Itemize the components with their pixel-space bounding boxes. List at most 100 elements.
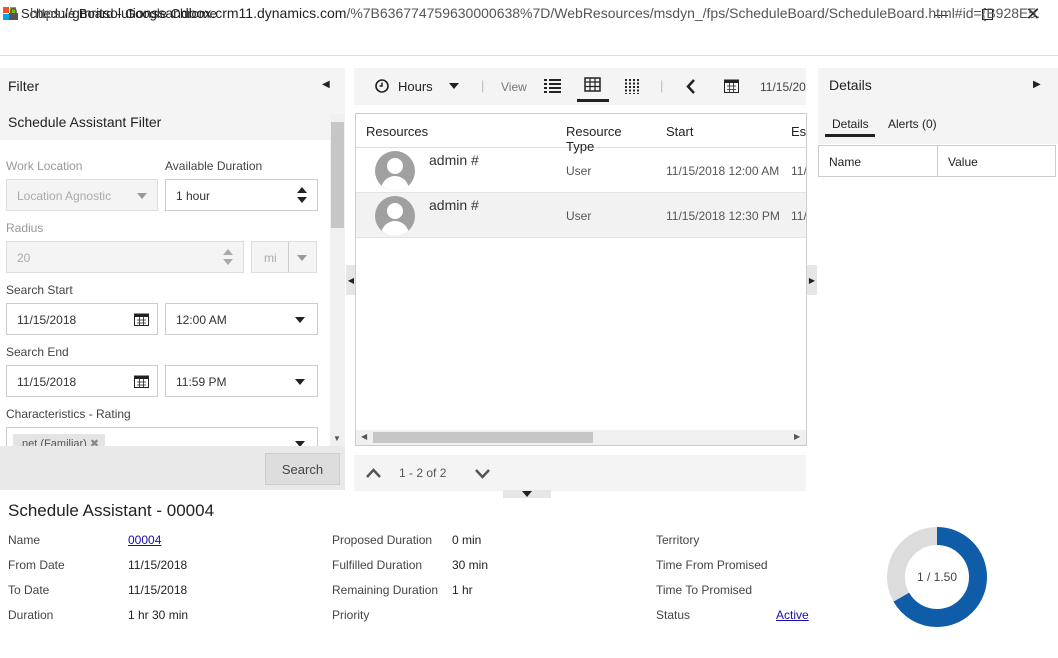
characteristic-tag: .net (Familiar) ✖ [13,434,106,446]
avatar [375,196,415,236]
scroll-left-icon[interactable]: ◀ [361,432,367,441]
remove-tag-icon[interactable]: ✖ [90,438,99,446]
table-row[interactable]: admin # User 11/15/2018 12:30 PM 11/1 [356,193,807,238]
column-header-start[interactable]: Start [656,114,782,148]
column-header-est[interactable]: Est [781,114,806,148]
start-time: 11/15/2018 12:30 PM [666,209,780,223]
resource-type: User [566,209,592,223]
active-view-indicator [577,99,609,102]
est-value: 11/1 [791,164,807,178]
schedule-assistant-title: Schedule Assistant - 00004 [8,501,215,520]
duration-value: 1 hr 30 min [128,608,189,622]
chevron-down-icon [295,379,305,385]
time-to-promised-label: Time To Promised [656,583,753,597]
chevron-down-icon [297,255,307,261]
search-start-date-input[interactable]: 11/15/2018 [6,303,158,335]
expand-right-icon[interactable]: ▶ [807,265,817,295]
chevron-down-icon[interactable] [475,469,490,479]
duration-label: Duration [8,608,54,622]
resource-name[interactable]: admin # [429,197,479,213]
work-location-select: Location Agnostic [6,179,158,211]
search-end-time-select[interactable]: 11:59 PM [165,365,318,397]
est-value: 11/1 [791,209,807,223]
spinner-icon [223,249,233,265]
calendar-icon[interactable] [134,312,149,326]
resource-name[interactable]: admin # [429,152,479,168]
list-view-icon[interactable] [544,79,561,93]
priority-label: Priority [332,608,370,622]
search-start-label: Search Start [6,283,73,297]
available-duration-label: Available Duration [165,159,263,173]
fulfilled-duration-value: 30 min [452,558,489,572]
address-bar[interactable] [0,28,1058,56]
proposed-duration-value: 0 min [452,533,482,547]
work-location-label: Work Location [6,159,83,173]
lock-icon [9,8,18,20]
details-table-header: Name Value [818,145,1056,177]
grid-view-icon[interactable] [584,77,601,92]
start-time: 11/15/2018 12:00 AM [666,164,780,178]
column-header-name[interactable]: Name [829,155,861,169]
board-date[interactable]: 11/15/2018 [760,80,806,94]
search-end-label: Search End [6,345,69,359]
search-start-time-select[interactable]: 12:00 AM [165,303,318,335]
duration-donut-chart: 1 / 1.50 [887,527,987,627]
remaining-duration-value: 1 hr [452,583,473,597]
requirement-link[interactable]: 00004 [128,533,161,547]
chevron-up-icon[interactable] [366,468,381,478]
column-divider [937,146,938,176]
calendar-icon[interactable] [134,374,149,388]
from-date-value: 11/15/2018 [128,558,188,572]
tab-alerts[interactable]: Alerts (0) [888,117,937,131]
chevron-left-icon[interactable] [686,79,696,94]
spinner-icon[interactable] [297,186,307,204]
details-title: Details [829,77,872,93]
schedule-assistant-filter-title: Schedule Assistant Filter [8,114,162,130]
characteristics-input[interactable]: .net (Familiar) ✖ [6,427,318,446]
panel-splitter[interactable] [503,490,551,498]
available-duration-input[interactable]: 1 hour [165,179,318,211]
to-date-label: To Date [8,583,50,597]
scroll-right-icon[interactable]: ▶ [794,432,800,441]
fulfilled-duration-label: Fulfilled Duration [332,558,423,572]
clock-icon [375,79,389,93]
radius-input: 20 [6,241,244,273]
avatar [375,151,415,191]
chevron-down-icon [137,193,147,199]
characteristics-label: Characteristics - Rating [6,407,131,421]
filter-title: Filter [8,78,40,94]
tab-details[interactable]: Details [832,117,869,131]
collapse-right-icon[interactable]: ▶ [1033,79,1041,90]
toolbar-divider: | [481,78,485,93]
scroll-down-icon[interactable]: ▼ [333,434,341,443]
column-view-icon[interactable] [625,79,640,94]
from-date-label: From Date [8,558,65,572]
search-end-date-input[interactable]: 11/15/2018 [6,365,158,397]
filter-scroll-thumb[interactable] [331,122,344,228]
resource-grid: Resources Resource Type Start Est admin … [355,113,807,446]
status-label: Status [656,608,691,622]
filter-form: Work Location Location Agnostic Availabl… [0,140,330,446]
calendar-icon[interactable] [724,78,739,93]
time-from-promised-label: Time From Promised [656,558,768,572]
resource-type: User [566,164,592,178]
chevron-down-icon [295,317,305,323]
proposed-duration-label: Proposed Duration [332,533,433,547]
column-header-value[interactable]: Value [948,155,978,169]
url-text[interactable]: https://gmritsolutionssandbox.crm11.dyna… [30,5,1040,21]
table-row[interactable]: admin # User 11/15/2018 12:00 AM 11/1 [356,148,807,193]
column-header-resources[interactable]: Resources [356,114,557,148]
hours-dropdown[interactable]: Hours [398,79,433,94]
search-button[interactable]: Search [265,453,340,485]
remaining-duration-label: Remaining Duration [332,583,439,597]
column-header-resource-type[interactable]: Resource Type [556,114,657,154]
chevron-down-icon[interactable] [449,83,459,89]
grid-scroll-thumb[interactable] [373,432,593,443]
status-link[interactable]: Active [776,608,809,622]
to-date-value: 11/15/2018 [128,583,188,597]
radius-unit-select: mi [251,241,317,273]
collapse-left-icon[interactable]: ◀ [322,79,330,90]
radius-label: Radius [6,221,44,235]
name-label: Name [8,533,41,547]
donut-label: 1 / 1.50 [917,570,957,584]
